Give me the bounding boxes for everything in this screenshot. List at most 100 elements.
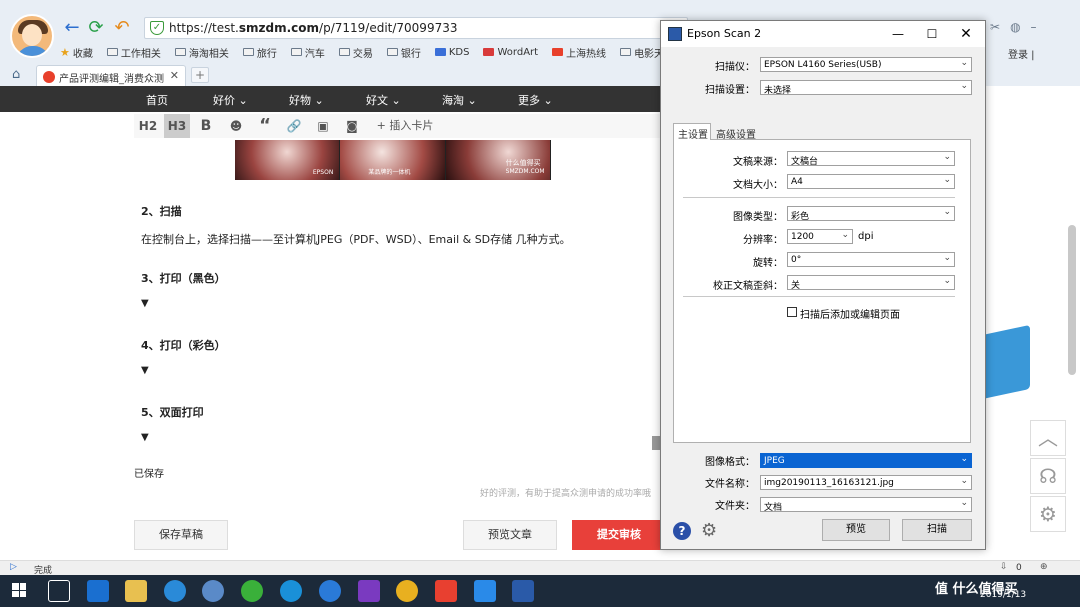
page-scrollbar[interactable]: [1068, 225, 1076, 375]
document-size-select[interactable]: A4 ⌄: [787, 174, 955, 189]
add-pages-checkbox[interactable]: [787, 307, 797, 317]
collapse-arrow-icon[interactable]: ▼: [141, 298, 149, 309]
undo-icon[interactable]: ↶: [112, 18, 132, 38]
document-source-select[interactable]: 文稿台 ⌄: [787, 151, 955, 166]
bookmark-item[interactable]: 汽车: [290, 44, 325, 60]
windows-start-icon[interactable]: [12, 583, 26, 597]
onenote-icon[interactable]: [358, 580, 380, 602]
bookmark-item[interactable]: 上海热线: [552, 44, 606, 60]
h3-button[interactable]: H3: [164, 114, 190, 138]
browser-app-icon[interactable]: [164, 580, 186, 602]
image-icon[interactable]: ▣: [313, 114, 333, 138]
submit-review-button[interactable]: 提交审核: [572, 520, 666, 550]
nav-home[interactable]: 首页: [146, 92, 168, 108]
image-format-select[interactable]: JPEG ⌄: [760, 453, 972, 468]
network-app-icon[interactable]: [202, 580, 224, 602]
settings-icon[interactable]: ⚙: [1030, 496, 1066, 532]
wordart-icon: [483, 48, 495, 56]
minimize-icon[interactable]: –: [1031, 20, 1037, 36]
product-image[interactable]: 某品牌的一体机: [340, 140, 446, 180]
browser-tab[interactable]: 产品评测编辑_消费众测 ✕: [36, 65, 186, 86]
nav-deals[interactable]: 好价 ⌄: [213, 92, 248, 108]
app-icon[interactable]: [280, 580, 302, 602]
nav-haitao[interactable]: 海淘 ⌄: [442, 92, 477, 108]
preview-button[interactable]: 预览: [822, 519, 890, 541]
address-bar[interactable]: ✓ https://test.smzdm.com/p/7119/edit/700…: [144, 17, 688, 39]
save-draft-button[interactable]: 保存草稿: [134, 520, 228, 550]
bookmark-item[interactable]: KDS: [434, 44, 469, 60]
zoom-icon[interactable]: ⊕: [1040, 562, 1048, 572]
product-image[interactable]: 什么值得买 SMZDM.COM: [445, 140, 551, 180]
close-tab-icon[interactable]: ✕: [170, 69, 179, 82]
nav-more[interactable]: 更多 ⌄: [518, 92, 553, 108]
bookmark-item[interactable]: 银行: [386, 44, 421, 60]
tab-advanced-settings[interactable]: 高级设置: [713, 125, 759, 141]
back-arrow-icon[interactable]: ←: [62, 18, 82, 38]
collapse-arrow-icon[interactable]: ▼: [141, 365, 149, 376]
user-avatar[interactable]: [10, 14, 54, 58]
emoji-icon[interactable]: ☻: [226, 114, 246, 138]
sidebar-toggle-icon[interactable]: ▷: [10, 562, 17, 572]
folder-icon: [290, 48, 302, 56]
nav-articles[interactable]: 好文 ⌄: [366, 92, 401, 108]
back-to-top-icon[interactable]: ︿: [1030, 420, 1066, 456]
epson-scan-task-icon[interactable]: [512, 580, 534, 602]
h2-button[interactable]: H2: [136, 114, 160, 138]
scan-settings-label: 扫描设置：: [705, 85, 755, 96]
editor-scrollbar[interactable]: [652, 436, 660, 450]
gear-icon[interactable]: ⚙: [701, 520, 717, 541]
filename-select[interactable]: img20190113_16163121.jpg ⌄: [760, 475, 972, 490]
wechat-icon[interactable]: [241, 580, 263, 602]
rotate-label: 旋转：: [753, 258, 783, 269]
customer-service-icon[interactable]: ☊: [1030, 458, 1066, 494]
browser-status-bar: ▷ 完成 ⇩ 0 ⊕: [0, 560, 1080, 576]
minimize-icon[interactable]: —: [883, 23, 913, 45]
tab-main-settings[interactable]: 主设置: [673, 123, 711, 141]
document-source-label: 文稿来源：: [733, 157, 783, 168]
file-explorer-icon[interactable]: [125, 580, 147, 602]
app-icon[interactable]: [319, 580, 341, 602]
bookmark-item[interactable]: 海淘相关: [174, 44, 229, 60]
folder-select[interactable]: 文档 ⌄: [760, 497, 972, 512]
scanner-select[interactable]: EPSON L4160 Series(USB) ⌄: [760, 57, 972, 72]
scan-settings-select[interactable]: 未选择 ⌄: [760, 80, 972, 95]
scissors-icon[interactable]: ✂: [990, 20, 1000, 36]
task-view-icon[interactable]: [48, 580, 70, 602]
resolution-select[interactable]: 1200 ⌄: [787, 229, 853, 244]
outlook-icon[interactable]: [87, 580, 109, 602]
quote-button[interactable]: “: [255, 114, 275, 138]
folder-icon: [174, 48, 186, 56]
maximize-icon[interactable]: ☐: [917, 23, 947, 45]
promo-badge-icon[interactable]: [982, 324, 1030, 400]
insert-card-button[interactable]: + 插入卡片: [372, 114, 438, 138]
link-icon[interactable]: 🔗: [284, 114, 304, 138]
bookmark-favorites[interactable]: ★ 收藏: [60, 44, 93, 60]
login-link[interactable]: 登录 |: [1008, 46, 1035, 61]
rotate-select[interactable]: 0° ⌄: [787, 252, 955, 267]
chrome-icon[interactable]: [396, 580, 418, 602]
globe-icon[interactable]: ◍: [1010, 20, 1020, 36]
collapse-arrow-icon[interactable]: ▼: [141, 432, 149, 443]
home-icon[interactable]: ⌂: [12, 67, 20, 82]
scanner-label: 扫描仪：: [715, 62, 755, 73]
bookmark-item[interactable]: 交易: [338, 44, 373, 60]
scan-button[interactable]: 扫描: [902, 519, 972, 541]
app-icon[interactable]: [435, 580, 457, 602]
image-type-select[interactable]: 彩色 ⌄: [787, 206, 955, 221]
nav-goods[interactable]: 好物 ⌄: [289, 92, 324, 108]
bookmark-item[interactable]: 旅行: [242, 44, 277, 60]
preview-article-button[interactable]: 预览文章: [463, 520, 557, 550]
new-tab-button[interactable]: +: [191, 67, 209, 83]
bookmark-item[interactable]: WordArt: [483, 44, 538, 60]
download-icon[interactable]: ⇩: [1000, 562, 1008, 572]
product-image[interactable]: EPSON: [235, 140, 341, 180]
bookmark-item[interactable]: 工作相关: [106, 44, 161, 60]
bold-button[interactable]: B: [196, 114, 216, 138]
shanghai-icon: [552, 48, 564, 56]
app-icon[interactable]: [474, 580, 496, 602]
skew-correction-select[interactable]: 关 ⌄: [787, 275, 955, 290]
help-icon[interactable]: ?: [673, 522, 691, 540]
refresh-icon[interactable]: ⟳: [86, 18, 106, 38]
close-icon[interactable]: ✕: [951, 23, 981, 45]
camera-icon[interactable]: ◙: [342, 114, 362, 138]
